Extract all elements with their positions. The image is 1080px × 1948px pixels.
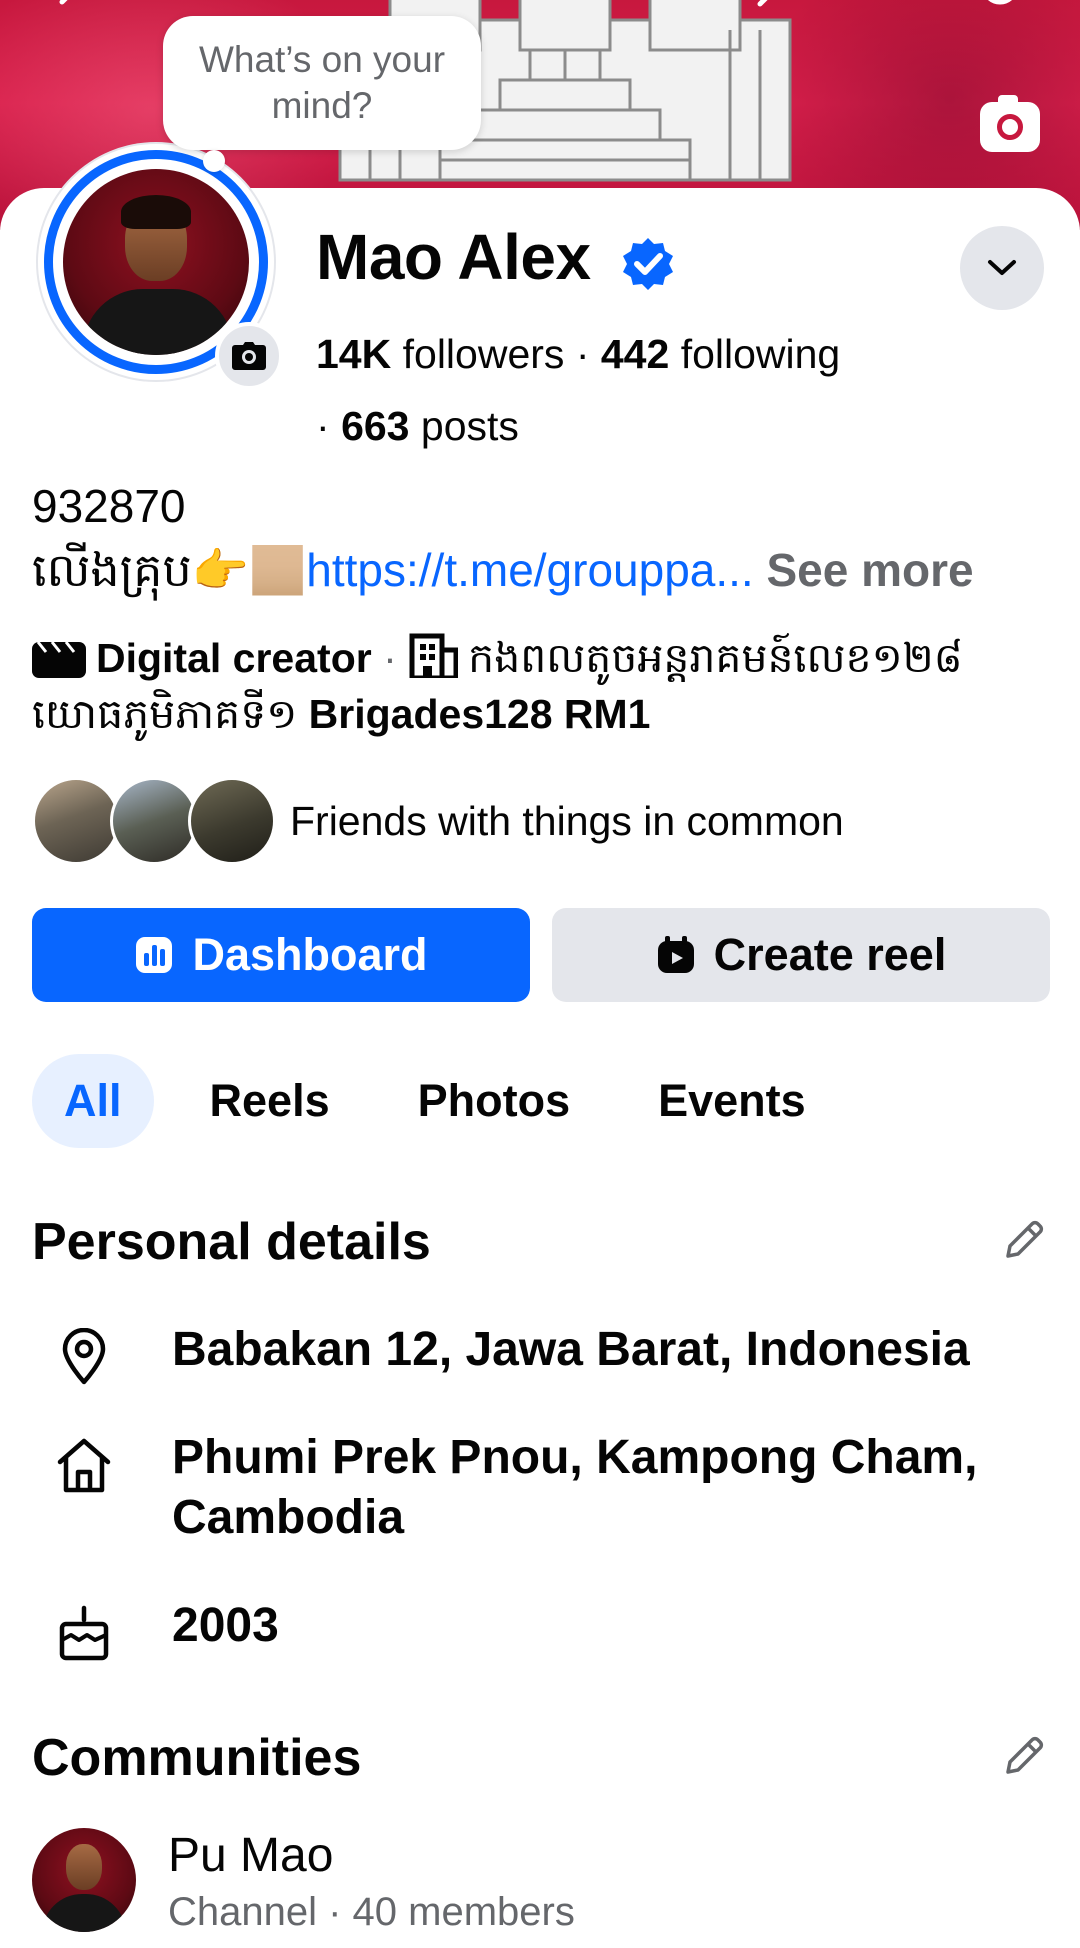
dashboard-button[interactable]: Dashboard	[32, 908, 530, 1002]
tab-reels[interactable]: Reels	[178, 1054, 362, 1148]
tab-all[interactable]: All	[32, 1054, 154, 1148]
edit-pencil-icon[interactable]	[752, 0, 802, 22]
back-arrow-icon[interactable]	[52, 0, 102, 22]
avatar-camera-button[interactable]	[215, 322, 283, 390]
dashboard-icon	[136, 937, 173, 973]
detail-birth-year-text: 2003	[172, 1599, 279, 1652]
bubble-tail	[203, 150, 225, 172]
bio-text: លើងគ្រុប👉🏼	[32, 544, 307, 596]
profile-name: Mao Alex	[316, 221, 591, 293]
stat-separator: ·	[316, 403, 330, 449]
profile-menu-dropdown[interactable]	[960, 226, 1044, 310]
community-meta: Channel · 40 members	[168, 1890, 575, 1934]
chevron-down-icon	[988, 260, 1016, 275]
communities-title: Communities	[32, 1729, 362, 1787]
profile-bio: 932870 លើងគ្រុប👉🏼https://t.me/grouppa...…	[32, 474, 1062, 602]
following-label[interactable]: following	[681, 331, 841, 377]
followers-label[interactable]: followers	[403, 331, 565, 377]
detail-location-text: Babakan 12, Jawa Barat, Indonesia	[172, 1323, 970, 1376]
verified-badge-icon	[623, 238, 673, 290]
work-separator: ·	[383, 635, 397, 681]
friend-avatar	[188, 777, 276, 865]
detail-location: Babakan 12, Jawa Barat, Indonesia	[32, 1320, 1072, 1386]
create-reel-button[interactable]: Create reel	[552, 908, 1050, 1002]
search-icon[interactable]	[980, 0, 1030, 22]
edit-pencil-icon[interactable]	[1000, 1216, 1048, 1264]
tab-photos[interactable]: Photos	[386, 1054, 603, 1148]
camera-icon	[232, 342, 266, 370]
profile-stats: 14K followers · 442 following · 663 post…	[316, 318, 976, 462]
friend-avatar	[32, 777, 120, 865]
workplace-english[interactable]: Brigades128 RM1	[309, 691, 651, 737]
whats-on-your-mind-bubble[interactable]: What’s on your mind?	[163, 16, 481, 150]
stat-separator: ·	[575, 331, 590, 377]
community-avatar	[32, 1828, 136, 1932]
bio-line: 932870	[32, 480, 186, 532]
profile-avatar[interactable]	[63, 169, 249, 355]
creator-category: Digital creator	[96, 635, 372, 681]
tab-events[interactable]: Events	[626, 1054, 838, 1148]
composer-prompt: What’s on your mind?	[198, 39, 446, 126]
dashboard-label: Dashboard	[192, 929, 428, 980]
reel-icon	[657, 936, 694, 973]
posts-label: posts	[420, 403, 519, 449]
home-icon	[57, 1438, 111, 1493]
create-reel-label: Create reel	[713, 929, 947, 980]
mutual-friends-row[interactable]: Friends with things in common	[32, 776, 1072, 866]
personal-details-title: Personal details	[32, 1213, 431, 1271]
detail-hometown: Phumi Prek Pnou, Kampong Cham, Cambodia	[32, 1428, 1072, 1548]
following-count[interactable]: 442	[601, 331, 669, 377]
cover-camera-button[interactable]	[980, 95, 1040, 152]
bio-link[interactable]: https://t.me/grouppa...	[306, 544, 753, 596]
detail-hometown-text: Phumi Prek Pnou, Kampong Cham, Cambodia	[172, 1431, 978, 1544]
profile-work: Digital creator · កងពលតូចអន្តរាគមន៍លេខ១២…	[32, 630, 1062, 742]
community-item[interactable]: Pu Mao Channel · 40 members	[32, 1828, 1072, 1948]
edit-pencil-icon[interactable]	[1000, 1732, 1048, 1780]
detail-birth-year: 2003	[32, 1596, 1072, 1662]
birthday-cake-icon	[59, 1605, 109, 1661]
clapperboard-icon	[32, 641, 86, 678]
posts-count: 663	[341, 403, 410, 449]
building-icon	[409, 633, 459, 678]
profile-tabs: All Reels Photos Events	[32, 1054, 862, 1148]
community-name: Pu Mao	[168, 1829, 334, 1882]
see-more-link[interactable]: See more	[767, 544, 974, 596]
location-pin-icon	[62, 1328, 106, 1385]
followers-count[interactable]: 14K	[316, 331, 391, 377]
friend-avatar	[110, 777, 198, 865]
friends-in-common-text: Friends with things in common	[290, 797, 844, 844]
